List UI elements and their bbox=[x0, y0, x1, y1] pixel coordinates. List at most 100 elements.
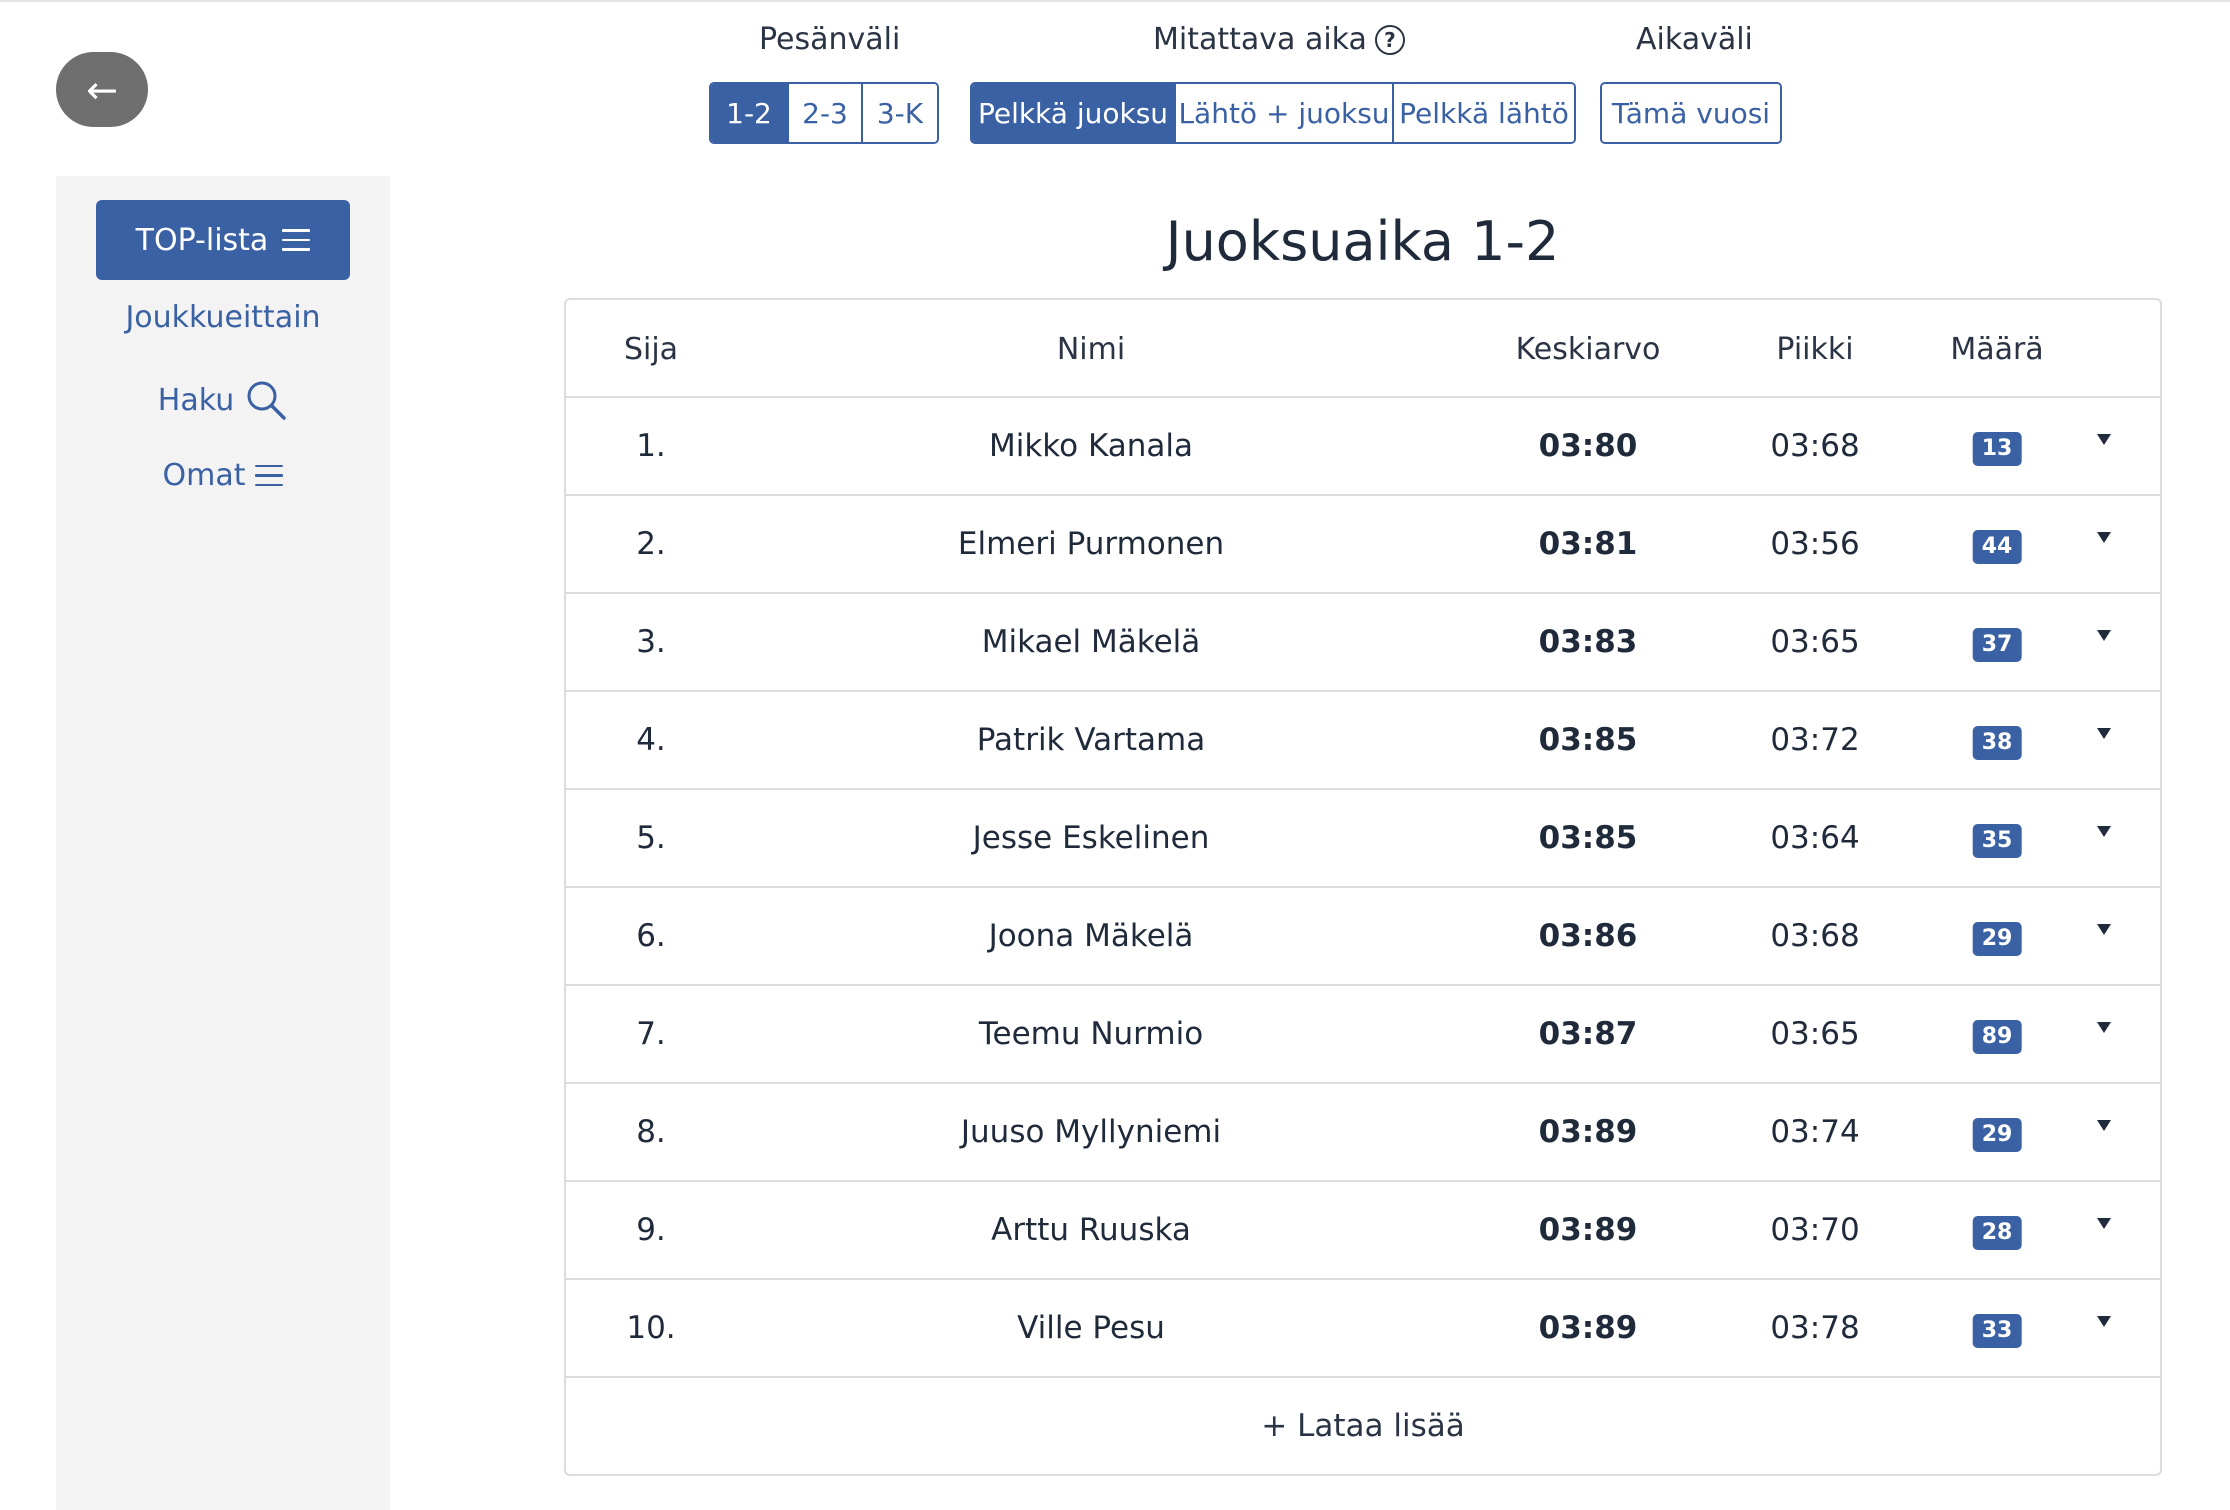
expand-row-caret-icon[interactable] bbox=[2097, 1120, 2111, 1131]
header-keskiarvo[interactable]: Keskiarvo bbox=[1516, 332, 1661, 367]
table-header: Sija Nimi Keskiarvo Piikki Määrä bbox=[566, 300, 2160, 398]
top-list-label: TOP-lista bbox=[135, 222, 269, 258]
cell-peak: 03:65 bbox=[1770, 624, 1860, 660]
cell-name: Teemu Nurmio bbox=[978, 1016, 1204, 1052]
cell-average: 03:87 bbox=[1538, 1016, 1638, 1052]
header-piikki[interactable]: Piikki bbox=[1776, 332, 1853, 367]
table-row[interactable]: 6. Joona Mäkelä 03:86 03:68 29 bbox=[566, 888, 2160, 986]
mitattava-option-pelkka-juoksu[interactable]: Pelkkä juoksu bbox=[972, 84, 1174, 142]
mitattava-aika-group: Pelkkä juoksu Lähtö + juoksu Pelkkä läht… bbox=[970, 82, 1576, 144]
count-badge: 37 bbox=[1972, 628, 2022, 662]
mitattava-aika-label: Mitattava aika ? bbox=[1153, 22, 1405, 57]
cell-rank: 6. bbox=[636, 918, 666, 954]
cell-rank: 7. bbox=[636, 1016, 666, 1052]
cell-name: Ville Pesu bbox=[1017, 1310, 1165, 1346]
mitattava-option-lahto-juoksu[interactable]: Lähtö + juoksu bbox=[1174, 84, 1392, 142]
aikavali-option-tama-vuosi[interactable]: Tämä vuosi bbox=[1602, 84, 1780, 142]
sidebar-item-haku[interactable]: Haku bbox=[56, 378, 390, 422]
header-maara[interactable]: Määrä bbox=[1950, 332, 2043, 367]
cell-rank: 4. bbox=[636, 722, 666, 758]
menu-icon bbox=[282, 229, 311, 251]
cell-name: Jesse Eskelinen bbox=[972, 820, 1210, 856]
count-badge: 29 bbox=[1972, 1118, 2022, 1152]
back-button[interactable]: ← bbox=[56, 52, 148, 127]
expand-row-caret-icon[interactable] bbox=[2097, 924, 2111, 935]
sidebar-item-label: Haku bbox=[157, 382, 235, 418]
expand-row-caret-icon[interactable] bbox=[2097, 1022, 2111, 1033]
table-row[interactable]: 9. Arttu Ruuska 03:89 03:70 28 bbox=[566, 1182, 2160, 1280]
cell-name: Elmeri Purmonen bbox=[957, 526, 1225, 562]
table-row[interactable]: 3. Mikael Mäkelä 03:83 03:65 37 bbox=[566, 594, 2160, 692]
cell-rank: 1. bbox=[636, 428, 666, 464]
cell-name: Mikko Kanala bbox=[988, 428, 1194, 464]
cell-name: Joona Mäkelä bbox=[988, 918, 1194, 954]
cell-peak: 03:65 bbox=[1770, 1016, 1860, 1052]
top-divider bbox=[0, 0, 2230, 2]
count-badge: 28 bbox=[1972, 1216, 2022, 1250]
sidebar-item-joukkueittain[interactable]: Joukkueittain bbox=[56, 300, 390, 335]
aikavali-group: Tämä vuosi bbox=[1600, 82, 1782, 144]
leaderboard-table: Sija Nimi Keskiarvo Piikki Määrä 1. Mikko… bbox=[564, 298, 2162, 1476]
cell-average: 03:80 bbox=[1538, 428, 1638, 464]
pesavali-option-3-k[interactable]: 3-K bbox=[861, 84, 937, 142]
cell-peak: 03:78 bbox=[1770, 1310, 1860, 1346]
load-more-button[interactable]: + Lataa lisää bbox=[566, 1378, 2160, 1474]
cell-average: 03:89 bbox=[1538, 1114, 1638, 1150]
expand-row-caret-icon[interactable] bbox=[2097, 1316, 2111, 1327]
cell-average: 03:83 bbox=[1538, 624, 1638, 660]
cell-peak: 03:68 bbox=[1770, 918, 1860, 954]
cell-peak: 03:74 bbox=[1770, 1114, 1860, 1150]
expand-row-caret-icon[interactable] bbox=[2097, 728, 2111, 739]
menu-icon bbox=[255, 464, 284, 487]
cell-rank: 2. bbox=[636, 526, 666, 562]
count-badge: 33 bbox=[1972, 1314, 2022, 1348]
arrow-left-icon: ← bbox=[86, 67, 118, 112]
table-row[interactable]: 4. Patrik Vartama 03:85 03:72 38 bbox=[566, 692, 2160, 790]
cell-average: 03:89 bbox=[1538, 1212, 1638, 1248]
cell-average: 03:89 bbox=[1538, 1310, 1638, 1346]
aikavali-label: Aikaväli bbox=[1636, 22, 1753, 57]
header-nimi[interactable]: Nimi bbox=[1057, 332, 1125, 367]
cell-rank: 10. bbox=[626, 1310, 676, 1346]
table-row[interactable]: 2. Elmeri Purmonen 03:81 03:56 44 bbox=[566, 496, 2160, 594]
expand-row-caret-icon[interactable] bbox=[2097, 532, 2111, 543]
cell-peak: 03:68 bbox=[1770, 428, 1860, 464]
table-row[interactable]: 5. Jesse Eskelinen 03:85 03:64 35 bbox=[566, 790, 2160, 888]
count-badge: 89 bbox=[1972, 1020, 2022, 1054]
cell-peak: 03:70 bbox=[1770, 1212, 1860, 1248]
cell-peak: 03:64 bbox=[1770, 820, 1860, 856]
count-badge: 13 bbox=[1972, 432, 2022, 466]
cell-average: 03:86 bbox=[1538, 918, 1638, 954]
expand-row-caret-icon[interactable] bbox=[2097, 1218, 2111, 1229]
count-badge: 44 bbox=[1972, 530, 2022, 564]
expand-row-caret-icon[interactable] bbox=[2097, 826, 2111, 837]
table-row[interactable]: 1. Mikko Kanala 03:80 03:68 13 bbox=[566, 398, 2160, 496]
cell-rank: 9. bbox=[636, 1212, 666, 1248]
top-list-button[interactable]: TOP-lista bbox=[96, 200, 350, 280]
count-badge: 29 bbox=[1972, 922, 2022, 956]
help-icon[interactable]: ? bbox=[1374, 24, 1405, 55]
table-row[interactable]: 10. Ville Pesu 03:89 03:78 33 bbox=[566, 1280, 2160, 1378]
cell-average: 03:81 bbox=[1538, 526, 1638, 562]
header-sija[interactable]: Sija bbox=[624, 332, 678, 367]
sidebar: TOP-lista Joukkueittain Haku Omat bbox=[56, 176, 390, 1510]
sidebar-item-label: Omat bbox=[162, 458, 246, 493]
cell-rank: 3. bbox=[636, 624, 666, 660]
mitattava-option-pelkka-lahto[interactable]: Pelkkä lähtö bbox=[1392, 84, 1574, 142]
cell-name: Arttu Ruuska bbox=[991, 1212, 1191, 1248]
table-row[interactable]: 7. Teemu Nurmio 03:87 03:65 89 bbox=[566, 986, 2160, 1084]
expand-row-caret-icon[interactable] bbox=[2097, 434, 2111, 445]
cell-average: 03:85 bbox=[1538, 722, 1638, 758]
sidebar-item-label: Joukkueittain bbox=[125, 300, 321, 335]
expand-row-caret-icon[interactable] bbox=[2097, 630, 2111, 641]
pesavali-label: Pesänväli bbox=[759, 22, 901, 57]
sidebar-item-omat[interactable]: Omat bbox=[56, 458, 390, 493]
cell-name: Mikael Mäkelä bbox=[981, 624, 1201, 660]
page-title: Juoksuaika 1-2 bbox=[1165, 210, 1560, 273]
cell-rank: 8. bbox=[636, 1114, 666, 1150]
cell-name: Juuso Myllyniemi bbox=[960, 1114, 1222, 1150]
pesavali-option-2-3[interactable]: 2-3 bbox=[787, 84, 861, 142]
pesavali-option-1-2[interactable]: 1-2 bbox=[711, 84, 787, 142]
table-row[interactable]: 8. Juuso Myllyniemi 03:89 03:74 29 bbox=[566, 1084, 2160, 1182]
cell-average: 03:85 bbox=[1538, 820, 1638, 856]
